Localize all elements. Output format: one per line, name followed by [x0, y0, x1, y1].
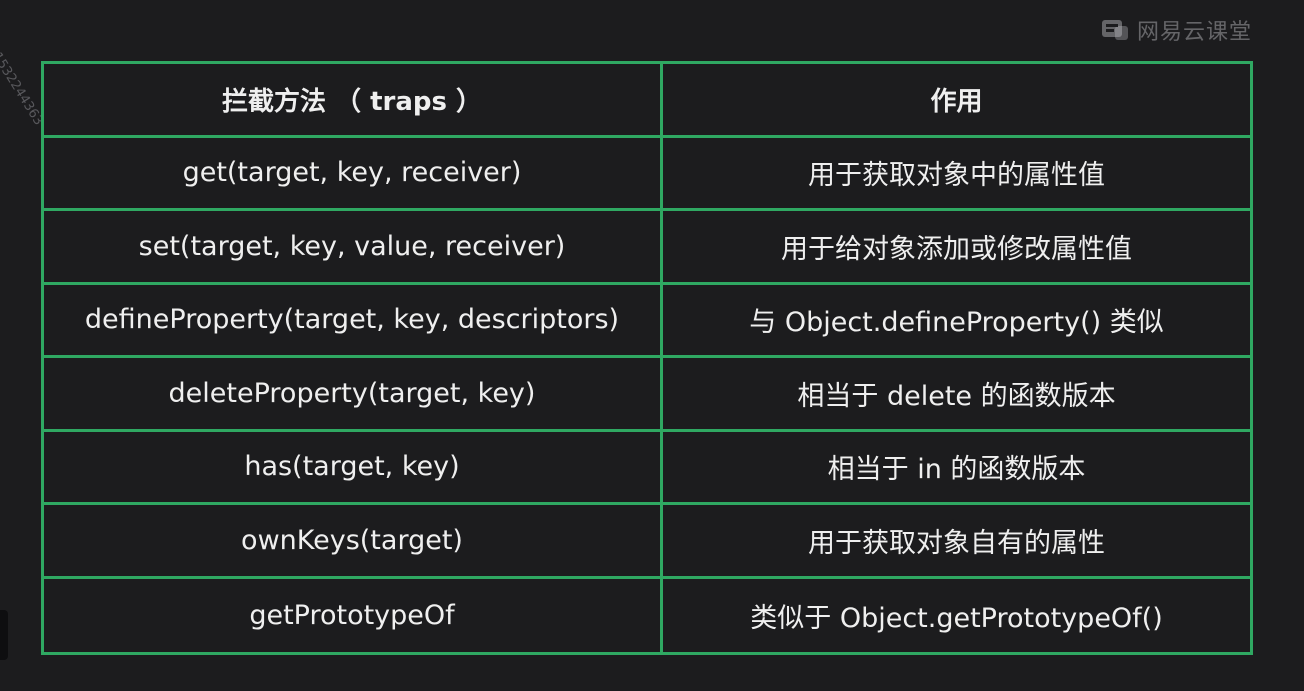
purpose-cell: 相当于 in 的函数版本 [663, 432, 1250, 505]
trap-cell: has(target, key) [44, 431, 663, 505]
purpose-cell: 用于获取对象中的属性值 [663, 138, 1250, 211]
trap-cell: defineProperty(target, key, descriptors) [44, 284, 663, 358]
window-edge [0, 610, 8, 660]
brand-label: 网易云课堂 [1136, 20, 1252, 45]
trap-cell: deleteProperty(target, key) [44, 358, 663, 432]
trap-cell: set(target, key, value, receiver) [44, 211, 663, 285]
purpose-cell: 用于给对象添加或修改属性值 [663, 211, 1250, 285]
purpose-cell: 类似于 Object.getPrototypeOf() [750, 602, 1163, 634]
purpose-cell: 相当于 delete 的函数版本 [663, 358, 1250, 432]
trap-cell: get(target, key, receiver) [44, 137, 663, 211]
purpose-cell: 用于获取对象自有的属性 [663, 505, 1250, 579]
user-id-watermark: 1532244363 [0, 50, 46, 129]
brand-watermark: 网易云课堂 [1101, 14, 1252, 46]
proxy-traps-table: 拦截方法 （ traps ） 作用 get(target, key, recei… [41, 61, 1253, 655]
header-purpose: 作用 [663, 64, 1250, 138]
trap-cell: ownKeys(target) [44, 505, 663, 579]
purpose-cell: 与 Object.defineProperty() 类似 [663, 285, 1250, 358]
header-traps: 拦截方法 （ traps ） [44, 64, 663, 138]
trap-cell: getPrototypeOf [44, 578, 663, 652]
netease-cloud-classroom-logo-icon [1101, 18, 1129, 42]
